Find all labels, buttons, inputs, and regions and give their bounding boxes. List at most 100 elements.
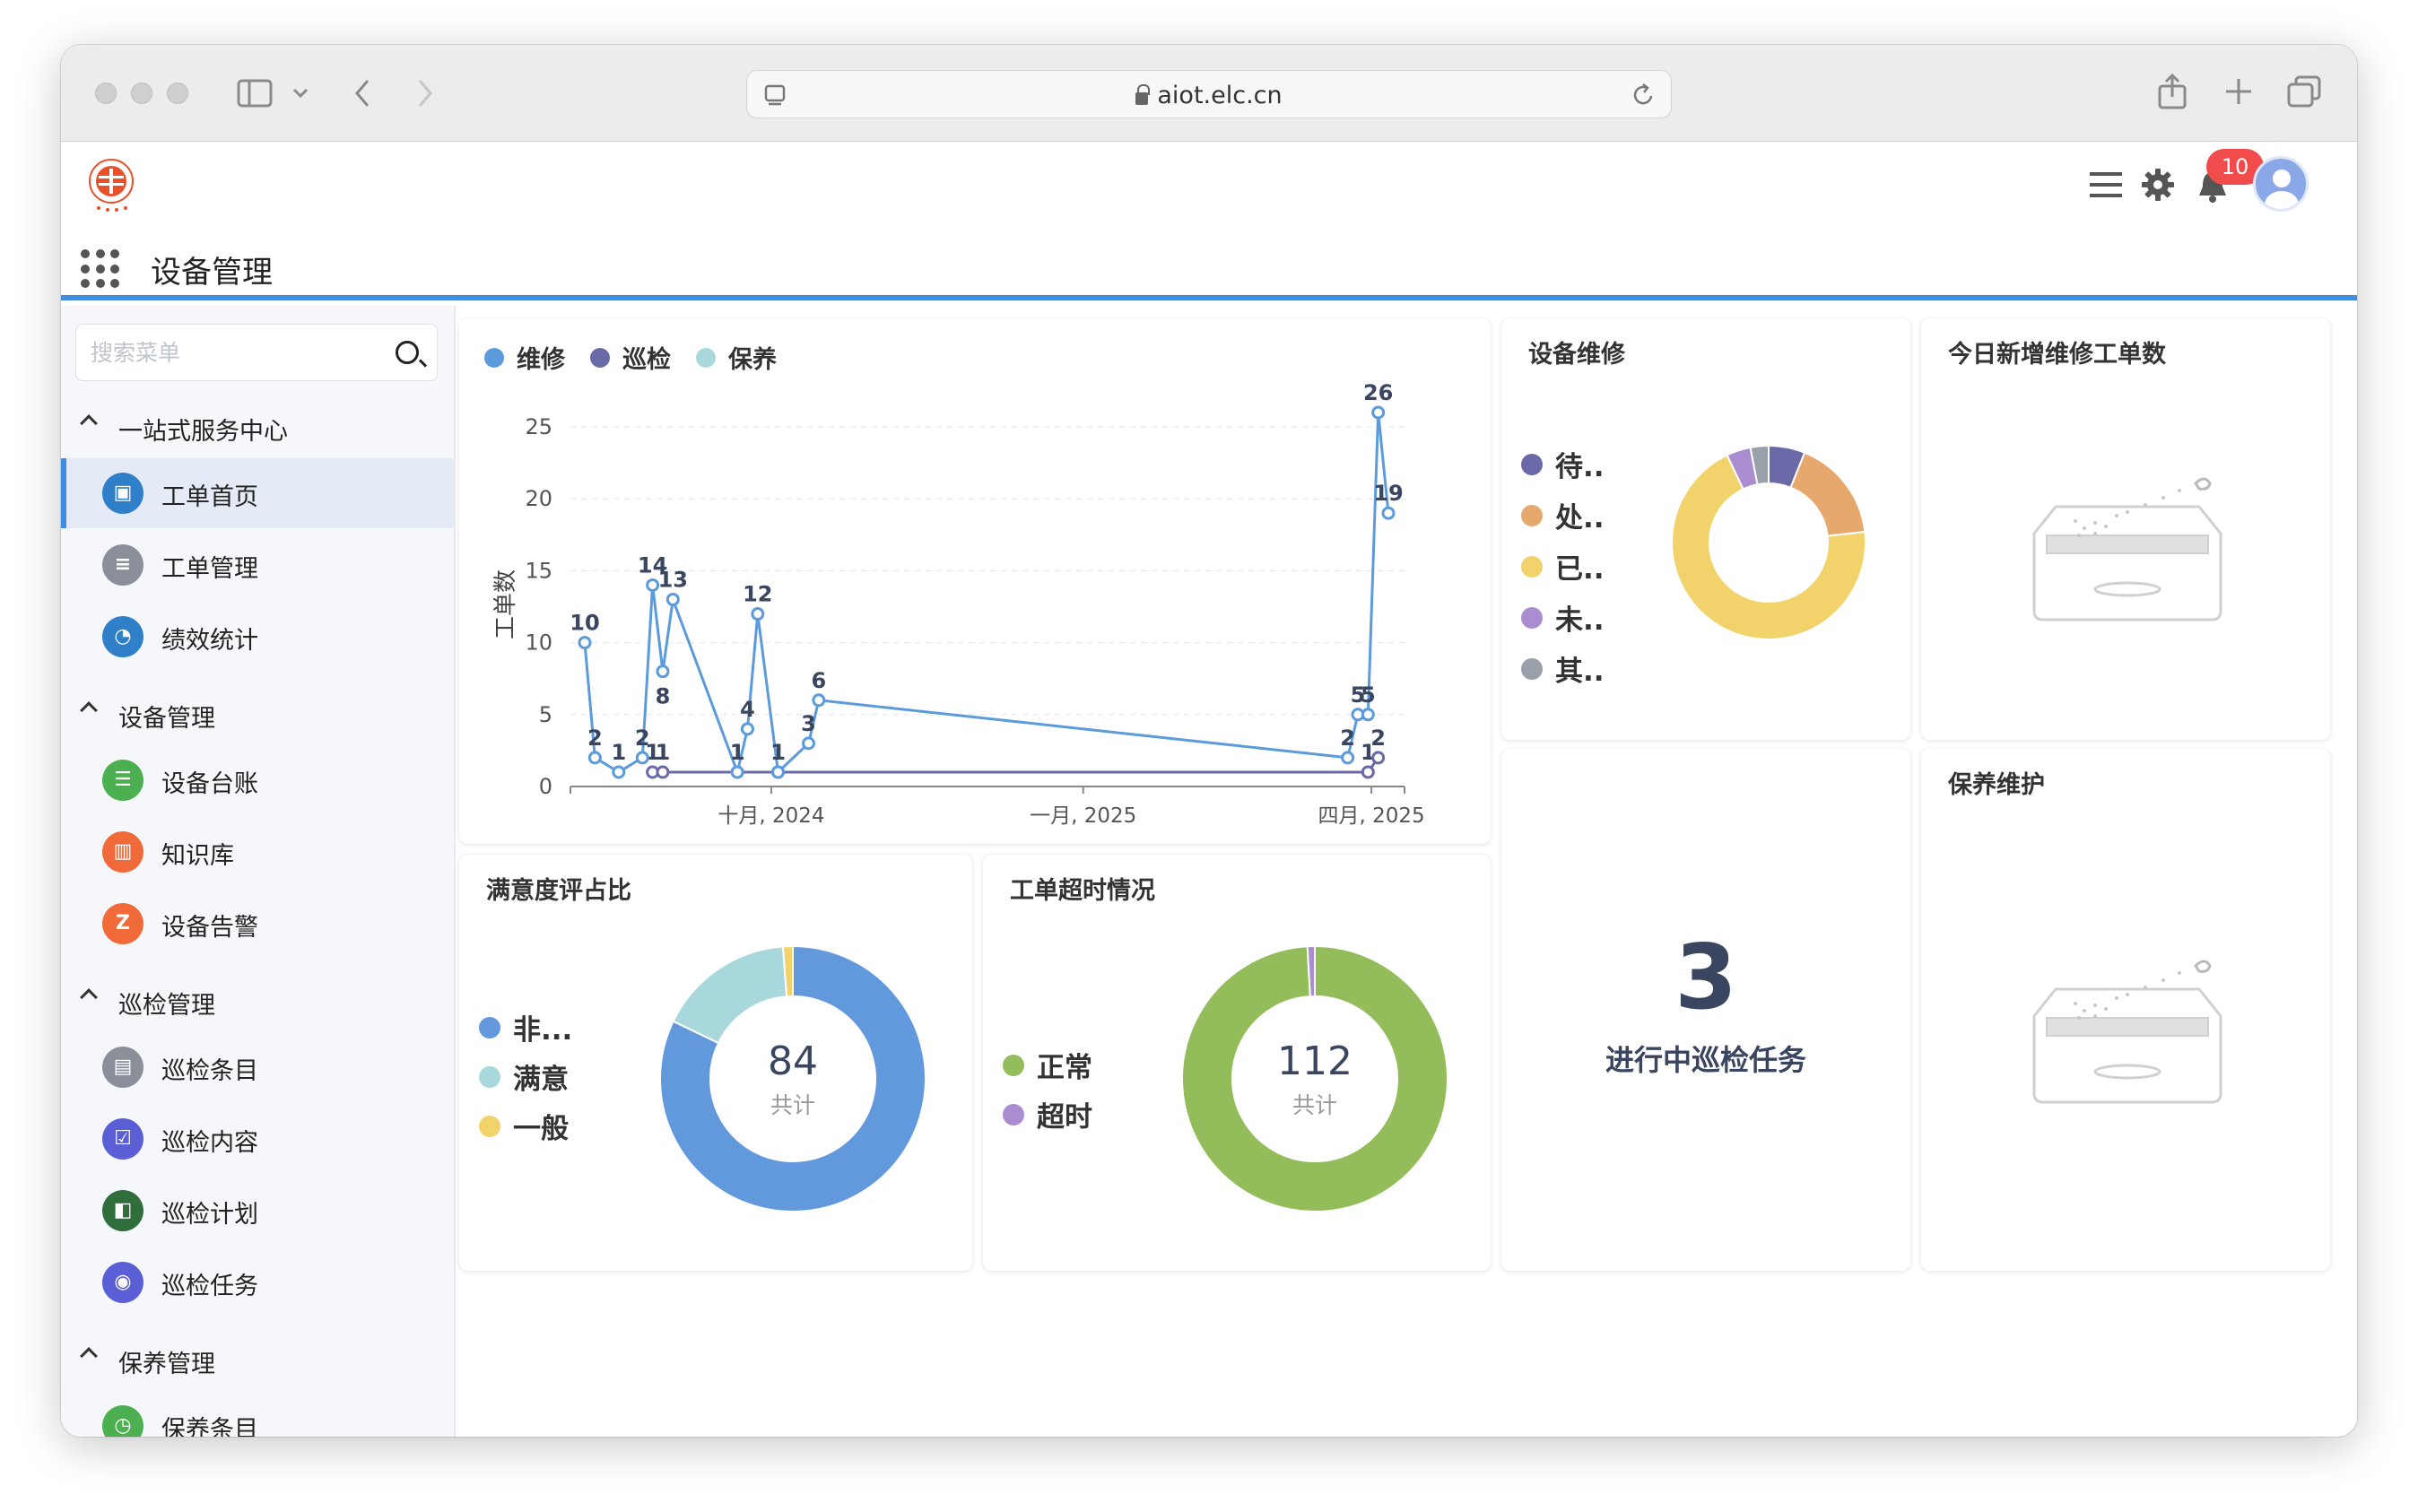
sidebar-item-label: 设备告警 [161,914,258,942]
sidebar-group-service-center[interactable]: 一站式服务中心 [61,399,454,453]
data-point[interactable] [770,765,785,779]
sidebar-item-inspect-task[interactable]: ◉ 巡检任务 [61,1247,454,1317]
sidebar-item-label: 设备台账 [161,770,258,798]
data-point[interactable] [656,765,670,779]
legend-item[interactable]: 未.. [1521,597,1605,638]
sidebar-item-performance[interactable]: ◔ 绩效统计 [61,602,454,672]
legend-label: 其.. [1555,656,1605,688]
data-point[interactable] [751,607,765,621]
device-repair-card: 设备维修 待.. 处.. 已.. 未.. 其.. [1501,318,1910,740]
browser-toolbar: aiot.elc.cn [61,45,2357,142]
sidebar-item-label: 绩效统计 [161,627,258,655]
sidebar-item-inspect-content[interactable]: ☑ 巡检内容 [61,1104,454,1174]
legend-item[interactable]: 其.. [1521,648,1605,689]
donut-slice-处..[interactable] [1789,451,1866,537]
sidebar-item-inspect-plan[interactable]: ◧ 巡检计划 [61,1176,454,1246]
data-point[interactable] [1381,506,1396,520]
legend-item[interactable]: 处.. [1521,495,1605,535]
data-label: 5 [1361,682,1376,708]
sidebar-group-inspection[interactable]: 巡检管理 [61,973,454,1027]
inspect-task-card: 3 进行中巡检任务 [1501,749,1910,1271]
new-tab-icon[interactable] [2224,77,2253,106]
data-point[interactable] [578,636,592,650]
data-point[interactable] [802,736,816,751]
gear-icon[interactable] [2140,167,2176,203]
y-axis-label: 工单数 [492,569,519,639]
share-icon[interactable] [2156,72,2188,111]
page-title: 设备管理 [151,255,273,291]
sidebar-toggle-icon[interactable] [237,79,273,108]
sidebar-item-device-ledger[interactable]: ☰ 设备台账 [61,745,454,815]
data-point[interactable] [635,751,649,765]
donut-slice-满意[interactable] [672,945,788,1045]
chevron-up-icon [80,701,98,719]
data-label: 1 [611,740,626,765]
address-bar[interactable]: aiot.elc.cn [746,70,1672,118]
data-point[interactable] [730,765,744,779]
search-input[interactable] [91,335,378,369]
repair-legend: 待.. 处.. 已.. 未.. 其.. [1521,444,1605,700]
data-label: 19 [1373,481,1403,506]
reload-icon[interactable] [1631,82,1657,109]
legend-item[interactable]: 已.. [1521,546,1605,587]
legend-item[interactable]: 非... [479,1007,572,1047]
legend-swatch [479,1016,500,1038]
tab-overview-icon[interactable] [2287,75,2321,108]
maximize-window-button[interactable] [167,83,188,104]
legend-item[interactable]: 一般 [479,1106,572,1146]
sidebar-item-label: 保养条目 [161,1416,258,1437]
data-point[interactable] [587,751,602,765]
search-box[interactable] [75,324,438,381]
data-point[interactable] [1361,765,1375,779]
legend-swatch [1521,657,1543,680]
data-point[interactable] [1341,751,1355,765]
y-tick-label: 0 [539,774,552,799]
sidebar-item-inspect-items[interactable]: ▤ 巡检条目 [61,1032,454,1102]
sidebar-group-device[interactable]: 设备管理 [61,686,454,740]
empty-box-icon [2032,477,2222,621]
sidebar-item-knowledge[interactable]: ▥ 知识库 [61,817,454,887]
minimize-window-button[interactable] [131,83,152,104]
menu-icon[interactable] [2088,169,2124,201]
repair-donut-chart [1671,444,1866,640]
legend-swatch [1521,453,1543,475]
legend-item[interactable]: 满意 [479,1056,572,1097]
data-point[interactable] [1371,405,1386,420]
sidebar-item-device-alarm[interactable]: Z 设备告警 [61,889,454,959]
sidebar-item-label: 巡检任务 [161,1273,258,1300]
sidebar-group-maintenance[interactable]: 保养管理 [61,1332,454,1386]
avatar[interactable] [2253,156,2309,212]
document-icon: ▤ [102,1047,144,1088]
app-launcher-icon[interactable] [81,249,120,289]
sidebar-item-maintain-items[interactable]: ◷ 保养条目 [61,1391,454,1437]
alarm-icon: Z [102,903,144,944]
timeout-legend: 正常 超时 [1003,1045,1092,1143]
search-icon[interactable] [396,341,419,364]
east-low-carbon-logo [89,159,134,212]
data-point[interactable] [740,722,754,736]
sidebar-item-workorder-home[interactable]: ▣ 工单首页 [61,458,454,528]
data-point[interactable] [665,592,680,606]
data-point[interactable] [1361,708,1375,722]
legend-item[interactable]: 正常 [1003,1045,1092,1085]
back-icon[interactable] [353,79,371,108]
data-label: 2 [587,726,603,751]
inspect-label: 进行中巡检任务 [1605,1043,1806,1077]
data-point[interactable] [612,765,626,779]
legend-item[interactable]: 超时 [1003,1094,1092,1134]
chart-icon: ◔ [102,616,144,657]
data-point[interactable] [812,693,826,708]
data-point[interactable] [646,578,660,592]
close-window-button[interactable] [95,83,117,104]
chevron-down-icon[interactable] [292,88,309,99]
url-label: aiot.elc.cn [1157,82,1283,109]
legend-swatch [479,1065,500,1088]
legend-item[interactable]: 待.. [1521,444,1605,484]
data-point[interactable] [1371,751,1386,765]
x-tick-label: 十月, 2024 [718,804,824,828]
book-icon: ▥ [102,831,144,873]
sidebar-item-workorder-manage[interactable]: ≡ 工单管理 [61,530,454,600]
data-point[interactable] [656,665,670,679]
forward-icon[interactable] [416,79,434,108]
clock-icon: ◷ [102,1405,144,1437]
